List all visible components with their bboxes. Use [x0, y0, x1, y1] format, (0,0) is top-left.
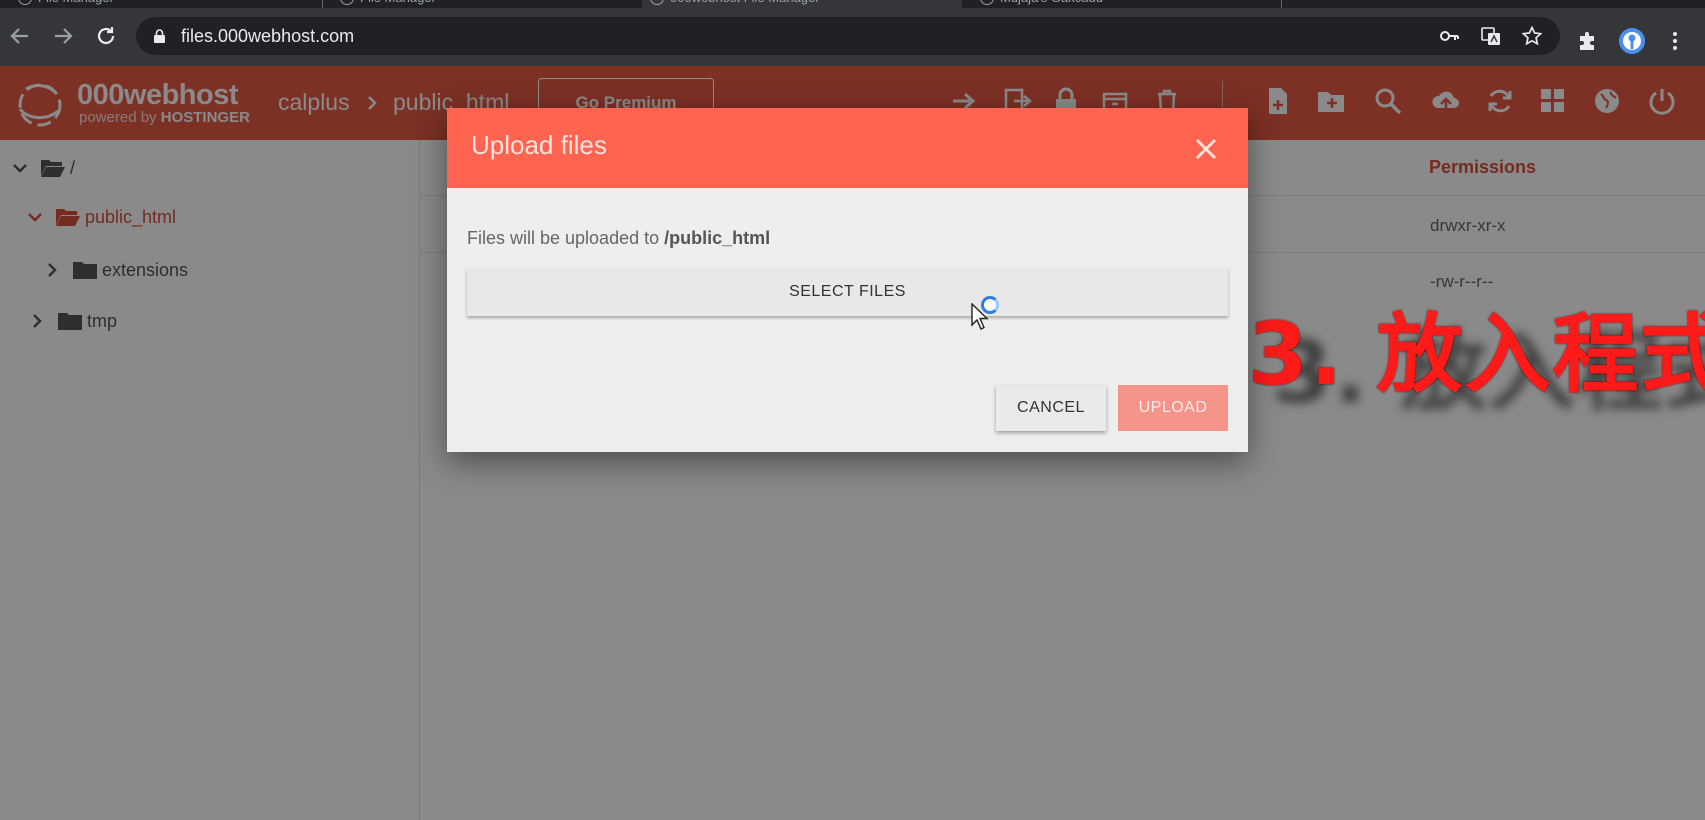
dialog-title: Upload files [471, 130, 607, 160]
tab-separator [1281, 0, 1282, 8]
url-text[interactable]: files.000webhost.com [181, 26, 354, 47]
dialog-header: Upload files [447, 108, 1248, 188]
key-icon[interactable] [1439, 26, 1459, 46]
extensions-icon[interactable] [1576, 29, 1600, 53]
upload-destination-text: Files will be uploaded to /public_html [467, 228, 770, 249]
upload-destination-prefix: Files will be uploaded to [467, 228, 660, 248]
browser-tab[interactable]: File Manager [10, 0, 114, 8]
mouse-cursor-icon [971, 303, 989, 330]
browser-tab-strip: File Manager File Manager 000webhost Fil… [0, 0, 1705, 8]
translate-icon[interactable] [1481, 26, 1501, 46]
back-icon[interactable] [6, 22, 34, 50]
profile-icon[interactable] [1618, 27, 1646, 55]
browser-toolbar: files.000webhost.com [0, 8, 1705, 66]
forward-icon[interactable] [49, 22, 77, 50]
menu-icon[interactable] [1663, 29, 1687, 53]
star-icon[interactable] [1522, 26, 1542, 46]
upload-destination-path: /public_html [664, 228, 771, 248]
browser-tab[interactable]: Mujaja's Gakcadu [972, 0, 1103, 8]
upload-files-dialog: Upload files Files will be uploaded to /… [447, 108, 1248, 452]
tab-separator [322, 0, 323, 8]
select-files-button[interactable]: SELECT FILES [467, 268, 1228, 316]
browser-tab[interactable]: File Manager [332, 0, 436, 8]
upload-button[interactable]: UPLOAD [1118, 385, 1228, 431]
tutorial-annotation: 3. 放入程式 [1248, 305, 1705, 405]
browser-tab-active[interactable]: 000webhost File Manager [642, 0, 962, 8]
close-icon[interactable] [1194, 137, 1218, 161]
cancel-button[interactable]: CANCEL [996, 385, 1106, 431]
reload-icon[interactable] [92, 22, 120, 50]
address-bar[interactable]: files.000webhost.com [136, 17, 1560, 55]
lock-icon[interactable] [154, 29, 165, 43]
